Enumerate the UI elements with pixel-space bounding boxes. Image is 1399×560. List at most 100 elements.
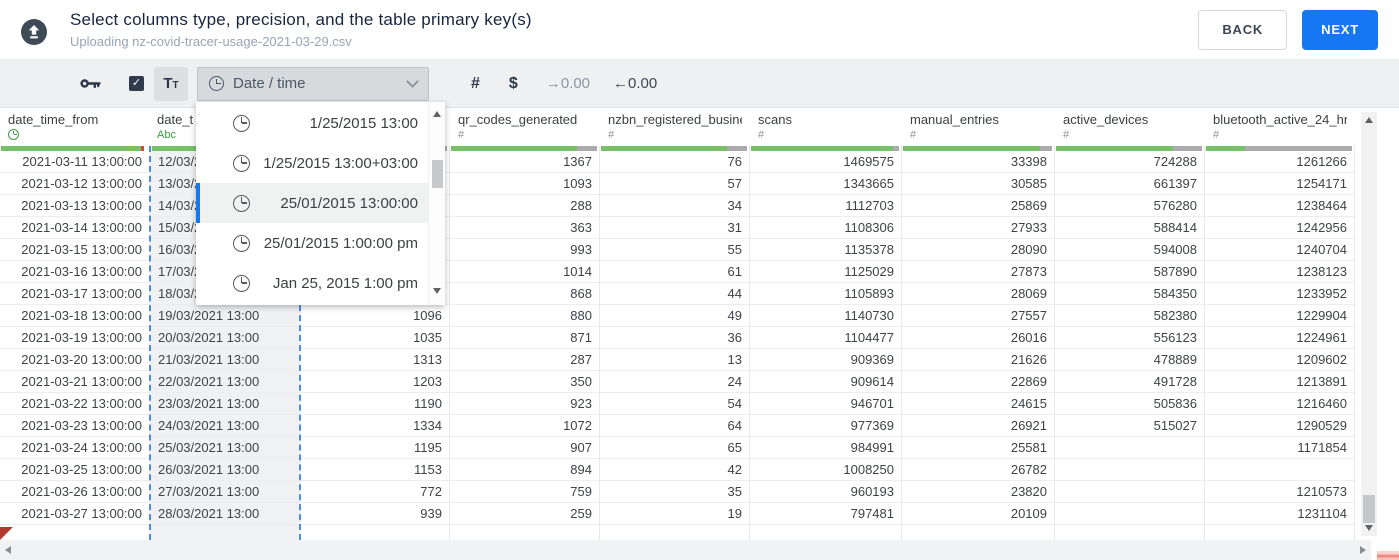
table-cell[interactable]: 1334 [301, 415, 449, 437]
table-cell[interactable]: 724288 [1055, 151, 1204, 173]
table-cell[interactable]: 1224961 [1205, 327, 1354, 349]
table-cell[interactable]: 1210573 [1205, 481, 1354, 503]
table-cell[interactable]: 1112703 [750, 195, 901, 217]
table-cell[interactable]: 2021-03-14 13:00:00 [0, 217, 149, 239]
horizontal-scrollbar[interactable] [0, 540, 1371, 560]
table-cell[interactable]: 26016 [902, 327, 1054, 349]
table-cell[interactable]: 2021-03-12 13:00:00 [0, 173, 149, 195]
column-header[interactable]: nzbn_registered_busine # [600, 108, 750, 146]
table-cell[interactable]: 350 [450, 371, 599, 393]
table-cell[interactable]: 939 [301, 503, 449, 525]
table-cell[interactable]: 23/03/2021 13:00 [151, 393, 299, 415]
table-cell[interactable]: 1135378 [750, 239, 901, 261]
table-cell[interactable]: 64 [600, 415, 749, 437]
table-cell[interactable]: 1233952 [1205, 283, 1354, 305]
table-cell[interactable]: 19 [600, 503, 749, 525]
table-cell[interactable]: 772 [301, 481, 449, 503]
table-cell[interactable]: 57 [600, 173, 749, 195]
table-cell[interactable]: 1242956 [1205, 217, 1354, 239]
table-cell[interactable]: 36 [600, 327, 749, 349]
back-button[interactable]: BACK [1198, 9, 1288, 50]
table-cell[interactable]: 33398 [902, 151, 1054, 173]
table-cell[interactable]: 2021-03-26 13:00:00 [0, 481, 149, 503]
table-cell[interactable]: 1035 [301, 327, 449, 349]
table-cell[interactable]: 1238464 [1205, 195, 1354, 217]
table-cell[interactable]: 26/03/2021 13:00 [151, 459, 299, 481]
table-cell[interactable]: 55 [600, 239, 749, 261]
table-cell[interactable]: 23820 [902, 481, 1054, 503]
table-cell[interactable]: 909614 [750, 371, 901, 393]
table-cell[interactable]: 27933 [902, 217, 1054, 239]
table-cell[interactable]: 19/03/2021 13:00 [151, 305, 299, 327]
vertical-scroll-thumb[interactable] [1363, 495, 1375, 523]
table-cell[interactable]: 478889 [1055, 349, 1204, 371]
number-type-button[interactable]: # [471, 75, 480, 93]
table-cell[interactable]: 584350 [1055, 283, 1204, 305]
increase-decimal-button[interactable]: →0.00 [546, 75, 590, 92]
table-cell[interactable]: 259 [450, 503, 599, 525]
table-cell[interactable]: 661397 [1055, 173, 1204, 195]
table-cell[interactable]: 2021-03-16 13:00:00 [0, 261, 149, 283]
table-cell[interactable]: 363 [450, 217, 599, 239]
table-cell[interactable]: 26782 [902, 459, 1054, 481]
table-cell[interactable] [1055, 437, 1204, 459]
table-cell[interactable]: 1261266 [1205, 151, 1354, 173]
table-cell[interactable]: 1216460 [1205, 393, 1354, 415]
table-cell[interactable]: 960193 [750, 481, 901, 503]
table-cell[interactable]: 977369 [750, 415, 901, 437]
table-cell[interactable]: 27873 [902, 261, 1054, 283]
table-cell[interactable]: 2021-03-21 13:00:00 [0, 371, 149, 393]
table-cell[interactable] [1055, 481, 1204, 503]
boolean-type-checkbox[interactable]: ✓ [129, 76, 144, 91]
column-header[interactable]: manual_entries # [902, 108, 1055, 146]
table-cell[interactable]: 1171854 [1205, 437, 1354, 459]
table-cell[interactable]: 13 [600, 349, 749, 371]
table-cell[interactable]: 1008250 [750, 459, 901, 481]
table-cell[interactable]: 25/03/2021 13:00 [151, 437, 299, 459]
vertical-scrollbar[interactable] [1361, 112, 1377, 536]
table-cell[interactable]: 587890 [1055, 261, 1204, 283]
table-cell[interactable]: 2021-03-19 13:00:00 [0, 327, 149, 349]
column-type-select[interactable]: Date / time [197, 66, 429, 101]
text-type-button[interactable]: Tt [154, 66, 188, 101]
table-cell[interactable]: 1231104 [1205, 503, 1354, 525]
table-cell[interactable]: 946701 [750, 393, 901, 415]
table-cell[interactable]: 1238123 [1205, 261, 1354, 283]
table-cell[interactable]: 505836 [1055, 393, 1204, 415]
table-cell[interactable]: 22/03/2021 13:00 [151, 371, 299, 393]
table-cell[interactable]: 1125029 [750, 261, 901, 283]
date-format-option[interactable]: Jan 25, 2015 1:00 pm [196, 263, 428, 303]
date-format-option[interactable]: 1/25/2015 13:00 [196, 103, 428, 143]
table-cell[interactable]: 288 [450, 195, 599, 217]
dropdown-scroll-up-button[interactable] [429, 106, 445, 122]
table-cell[interactable]: 984991 [750, 437, 901, 459]
column-header[interactable]: date_time_from [0, 108, 149, 146]
table-cell[interactable]: 21/03/2021 13:00 [151, 349, 299, 371]
table-cell[interactable]: 1229904 [1205, 305, 1354, 327]
table-cell[interactable]: 1203 [301, 371, 449, 393]
table-cell[interactable]: 2021-03-15 13:00:00 [0, 239, 149, 261]
scroll-right-button[interactable] [1355, 540, 1371, 560]
table-cell[interactable]: 576280 [1055, 195, 1204, 217]
table-cell[interactable]: 2021-03-24 13:00:00 [0, 437, 149, 459]
table-cell[interactable]: 2021-03-20 13:00:00 [0, 349, 149, 371]
table-cell[interactable]: 21626 [902, 349, 1054, 371]
scroll-left-button[interactable] [0, 540, 16, 560]
dropdown-scroll-down-button[interactable] [429, 283, 445, 299]
table-cell[interactable]: 515027 [1055, 415, 1204, 437]
table-cell[interactable]: 1213891 [1205, 371, 1354, 393]
table-cell[interactable]: 49 [600, 305, 749, 327]
table-cell[interactable]: 28090 [902, 239, 1054, 261]
table-cell[interactable]: 2021-03-17 13:00:00 [0, 283, 149, 305]
table-cell[interactable]: 1093 [450, 173, 599, 195]
date-format-option[interactable]: 25/01/2015 1:00:00 pm [196, 223, 428, 263]
scroll-up-button[interactable] [1361, 112, 1377, 128]
table-cell[interactable]: 42 [600, 459, 749, 481]
table-cell[interactable]: 20109 [902, 503, 1054, 525]
table-cell[interactable]: 923 [450, 393, 599, 415]
scroll-down-button[interactable] [1361, 520, 1377, 536]
table-cell[interactable]: 20/03/2021 13:00 [151, 327, 299, 349]
table-cell[interactable]: 65 [600, 437, 749, 459]
table-cell[interactable]: 28/03/2021 13:00 [151, 503, 299, 525]
table-cell[interactable]: 556123 [1055, 327, 1204, 349]
